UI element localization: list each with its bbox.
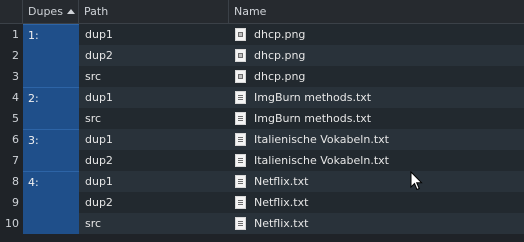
file-name-label: Netflix.txt (254, 196, 309, 209)
dupe-group-cell[interactable]: 2: (23, 87, 79, 108)
dupe-group-cell[interactable] (23, 45, 79, 66)
file-name-label: dhcp.png (254, 70, 306, 83)
path-cell[interactable]: dup2 (79, 45, 229, 66)
dupe-group-cell[interactable] (23, 108, 79, 129)
dupe-group-cell[interactable] (23, 150, 79, 171)
table-row[interactable]: 1 1: dup1 dhcp.png (0, 24, 524, 45)
path-cell[interactable]: src (79, 213, 229, 234)
dupe-group-cell[interactable] (23, 213, 79, 234)
row-number: 1 (0, 24, 23, 45)
path-header-label: Path (84, 5, 109, 18)
row-number: 4 (0, 87, 23, 108)
row-number: 8 (0, 171, 23, 192)
name-cell[interactable]: dhcp.png (229, 66, 524, 87)
dupe-group-cell[interactable] (23, 66, 79, 87)
dupe-group-cell[interactable]: 3: (23, 129, 79, 150)
table-row[interactable]: 10 src Netflix.txt (0, 213, 524, 234)
name-cell[interactable]: dhcp.png (229, 45, 524, 66)
row-number: 10 (0, 213, 23, 234)
file-name-label: Italienische Vokabeln.txt (254, 133, 389, 146)
path-cell[interactable]: src (79, 108, 229, 129)
text-file-icon (235, 217, 246, 230)
row-number: 3 (0, 66, 23, 87)
text-file-icon (235, 154, 246, 167)
path-cell[interactable]: dup2 (79, 192, 229, 213)
row-number: 7 (0, 150, 23, 171)
name-cell[interactable]: Netflix.txt (229, 213, 524, 234)
grid-header: Dupes Path Name (0, 0, 524, 24)
dupe-group-cell[interactable]: 1: (23, 24, 79, 45)
path-cell[interactable]: dup1 (79, 129, 229, 150)
dupes-header-label: Dupes (28, 5, 63, 18)
table-row[interactable]: 4 2: dup1 ImgBurn methods.txt (0, 87, 524, 108)
row-number: 5 (0, 108, 23, 129)
row-number: 2 (0, 45, 23, 66)
path-cell[interactable]: src (79, 66, 229, 87)
text-file-icon (235, 112, 246, 125)
image-file-icon (235, 49, 246, 62)
image-file-icon (235, 70, 246, 83)
row-number-header (0, 0, 23, 24)
name-cell[interactable]: ImgBurn methods.txt (229, 108, 524, 129)
dupe-group-cell[interactable]: 4: (23, 171, 79, 192)
file-name-label: dhcp.png (254, 49, 306, 62)
mouse-cursor-icon (410, 171, 423, 191)
path-cell[interactable]: dup1 (79, 24, 229, 45)
name-column-header[interactable]: Name (229, 0, 524, 24)
table-row[interactable]: 8 4: dup1 Netflix.txt (0, 171, 524, 192)
row-number: 6 (0, 129, 23, 150)
table-row[interactable]: 7 dup2 Italienische Vokabeln.txt (0, 150, 524, 171)
text-file-icon (235, 196, 246, 209)
file-name-label: Netflix.txt (254, 175, 309, 188)
file-name-label: Italienische Vokabeln.txt (254, 154, 389, 167)
file-name-label: ImgBurn methods.txt (254, 112, 372, 125)
dupes-column-header[interactable]: Dupes (23, 0, 79, 24)
name-cell[interactable]: ImgBurn methods.txt (229, 87, 524, 108)
path-column-header[interactable]: Path (79, 0, 229, 24)
grid-body: 1 1: dup1 dhcp.png 2 dup2 dhcp.png 3 src dhcp.png… (0, 24, 524, 234)
row-number: 9 (0, 192, 23, 213)
text-file-icon (235, 91, 246, 104)
name-cell[interactable]: Italienische Vokabeln.txt (229, 129, 524, 150)
text-file-icon (235, 133, 246, 146)
name-cell[interactable]: dhcp.png (229, 24, 524, 45)
duplicates-grid: Dupes Path Name 1 1: dup1 dhcp.png 2 dup2 dhcp… (0, 0, 524, 234)
name-header-label: Name (234, 5, 267, 18)
file-name-label: Netflix.txt (254, 217, 309, 230)
file-name-label: dhcp.png (254, 28, 306, 41)
text-file-icon (235, 175, 246, 188)
path-cell[interactable]: dup1 (79, 87, 229, 108)
name-cell[interactable]: Italienische Vokabeln.txt (229, 150, 524, 171)
image-file-icon (235, 28, 246, 41)
name-cell[interactable]: Netflix.txt (229, 192, 524, 213)
path-cell[interactable]: dup1 (79, 171, 229, 192)
table-row[interactable]: 9 dup2 Netflix.txt (0, 192, 524, 213)
table-row[interactable]: 2 dup2 dhcp.png (0, 45, 524, 66)
path-cell[interactable]: dup2 (79, 150, 229, 171)
name-cell[interactable]: Netflix.txt (229, 171, 524, 192)
sort-ascending-icon (66, 9, 75, 14)
table-row[interactable]: 5 src ImgBurn methods.txt (0, 108, 524, 129)
table-row[interactable]: 3 src dhcp.png (0, 66, 524, 87)
dupe-group-cell[interactable] (23, 192, 79, 213)
file-name-label: ImgBurn methods.txt (254, 91, 372, 104)
table-row[interactable]: 6 3: dup1 Italienische Vokabeln.txt (0, 129, 524, 150)
